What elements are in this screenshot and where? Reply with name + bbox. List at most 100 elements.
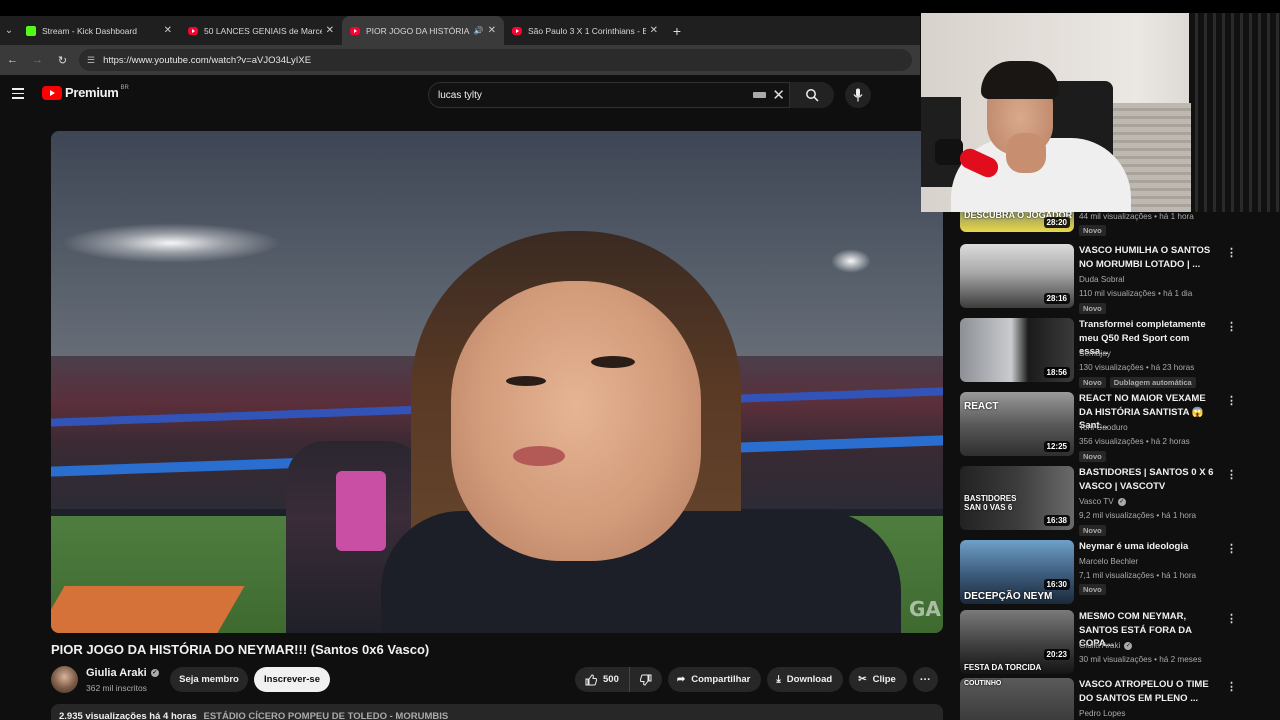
channel-name-row[interactable]: Giulia Araki ✓ bbox=[86, 667, 159, 679]
download-icon: ⤓ bbox=[776, 674, 781, 685]
duration-badge: 28:16 bbox=[1043, 293, 1070, 304]
clip-button[interactable]: ✂ Clipe bbox=[849, 667, 907, 692]
video-meta: 130 visualizações • há 23 horas bbox=[1079, 363, 1195, 372]
close-tab-icon[interactable]: ✕ bbox=[164, 25, 172, 36]
microphone-arm bbox=[935, 139, 963, 165]
duration-badge: 16:30 bbox=[1043, 579, 1070, 590]
dislike-button[interactable] bbox=[630, 667, 662, 692]
video-meta: 356 visualizações • há 2 horas bbox=[1079, 437, 1190, 446]
more-options-icon[interactable]: ⋮ bbox=[1226, 320, 1237, 333]
download-button[interactable]: ⤓ Download bbox=[767, 667, 844, 692]
youtube-icon bbox=[350, 26, 360, 35]
logo-text: Premium bbox=[65, 85, 119, 100]
thumbs-up-icon bbox=[585, 673, 597, 685]
logo-region: BR bbox=[120, 84, 129, 91]
video-thumbnail[interactable]: DESCUBRA O JOGADOR 28:20 bbox=[960, 212, 1074, 232]
recommendation-item[interactable]: 28:16 VASCO HUMILHA O SANTOS NO MORUMBI … bbox=[960, 244, 1240, 314]
more-options-icon[interactable]: ⋮ bbox=[1226, 468, 1237, 481]
search-button[interactable] bbox=[790, 82, 834, 108]
share-label: Compartilhar bbox=[691, 674, 751, 685]
channel-avatar[interactable] bbox=[51, 666, 78, 693]
duration-badge: 12:25 bbox=[1043, 441, 1070, 452]
recommendation-item[interactable]: 18:56 Transformei completamente meu Q50 … bbox=[960, 318, 1240, 388]
stadium-light bbox=[831, 249, 871, 273]
browser-tab-saopaulo[interactable]: São Paulo 3 X 1 Corinthians - B ✕ bbox=[504, 16, 666, 45]
new-badge: Novo bbox=[1079, 451, 1106, 462]
microphone-icon bbox=[853, 88, 863, 102]
channel-name-row[interactable]: Giulia Araki ✓ bbox=[1079, 641, 1133, 650]
youtube-icon bbox=[512, 26, 522, 35]
presenter-lips bbox=[513, 446, 565, 466]
more-options-icon[interactable]: ⋮ bbox=[1226, 394, 1237, 407]
close-tab-icon[interactable]: ✕ bbox=[650, 25, 658, 36]
badge-row: Novo bbox=[1079, 525, 1106, 536]
more-options-icon[interactable]: ⋮ bbox=[1226, 612, 1237, 625]
thumbs-down-icon bbox=[639, 674, 652, 686]
video-thumbnail[interactable]: 18:56 bbox=[960, 318, 1074, 382]
recommendation-item[interactable]: DECEPÇÃO NEYM 16:30 Neymar é uma ideolog… bbox=[960, 540, 1240, 610]
channel-name[interactable]: Toni Caoduro bbox=[1079, 423, 1128, 432]
recommendation-item[interactable]: COUTINHO VASCO ATROPELOU O TIME DO SANTO… bbox=[960, 678, 1240, 720]
forward-icon[interactable]: → bbox=[25, 54, 50, 66]
back-icon[interactable]: ← bbox=[0, 54, 25, 66]
recommendation-item[interactable]: FESTA DA TORCIDA 20:23 MESMO COM NEYMAR,… bbox=[960, 610, 1240, 680]
share-icon: ➦ bbox=[676, 674, 686, 685]
recommendation-item[interactable]: REACT 12:25 REACT NO MAIOR VEXAME DA HIS… bbox=[960, 392, 1240, 462]
search-value: lucas tylty bbox=[438, 89, 482, 101]
channel-name[interactable]: Marcelo Bechler bbox=[1079, 557, 1138, 566]
video-thumbnail[interactable]: REACT 12:25 bbox=[960, 392, 1074, 456]
video-thumbnail[interactable]: COUTINHO bbox=[960, 678, 1074, 720]
recommendations-list: DESCUBRA O JOGADOR 28:20 44 mil visualiz… bbox=[960, 212, 1240, 720]
new-tab-icon[interactable]: + bbox=[666, 16, 688, 45]
thumbnail-caption: COUTINHO bbox=[964, 680, 1002, 687]
keyboard-icon[interactable] bbox=[753, 92, 767, 98]
close-tab-icon[interactable]: ✕ bbox=[488, 25, 496, 36]
channel-name[interactable]: Duda Sobral bbox=[1079, 275, 1125, 284]
description-box[interactable]: 2.935 visualizações há 4 horas ESTÁDIO C… bbox=[51, 704, 943, 720]
youtube-premium-logo[interactable]: Premium BR bbox=[42, 85, 129, 100]
thumbnail-caption: FESTA DA TORCIDA bbox=[964, 662, 1042, 672]
subscribe-button[interactable]: Inscrever-se bbox=[254, 667, 330, 692]
video-thumbnail[interactable]: FESTA DA TORCIDA 20:23 bbox=[960, 610, 1074, 674]
badge-row: Novo Dublagem automática bbox=[1079, 377, 1196, 388]
speaker-icon[interactable]: 🔊 bbox=[474, 26, 484, 35]
browser-tab-active[interactable]: PIOR JOGO DA HISTÓRIA D 🔊 ✕ bbox=[342, 16, 504, 45]
url-bar[interactable]: ☰ https://www.youtube.com/watch?v=aVJO34… bbox=[79, 49, 912, 71]
browser-tab-bar: ⌄ Stream - Kick Dashboard ✕ 50 LANCES GE… bbox=[0, 16, 920, 45]
streamer-hand bbox=[1006, 133, 1046, 173]
browser-tab-kick[interactable]: Stream - Kick Dashboard ✕ bbox=[18, 16, 180, 45]
streamer-hair bbox=[981, 61, 1059, 99]
video-thumbnail[interactable]: BASTIDORES SAN 0 VAS 6 16:38 bbox=[960, 466, 1074, 530]
more-actions-icon[interactable]: ··· bbox=[912, 667, 938, 692]
share-button[interactable]: ➦ Compartilhar bbox=[667, 667, 762, 692]
recommendation-item[interactable]: BASTIDORES SAN 0 VAS 6 16:38 BASTIDORES … bbox=[960, 466, 1240, 536]
voice-search-button[interactable] bbox=[845, 82, 871, 108]
stadium-light bbox=[61, 223, 281, 263]
reload-icon[interactable]: ↻ bbox=[50, 54, 75, 67]
join-button[interactable]: Seja membro bbox=[170, 667, 248, 692]
channel-name[interactable]: Pedro Lopes bbox=[1079, 709, 1125, 718]
verified-icon: ✓ bbox=[1124, 641, 1133, 650]
video-thumbnail[interactable]: DECEPÇÃO NEYM 16:30 bbox=[960, 540, 1074, 604]
streamer-webcam bbox=[921, 13, 1280, 212]
clip-label: Clipe bbox=[872, 674, 896, 685]
webcam-curtain bbox=[1189, 13, 1280, 212]
tab-search-dropdown[interactable]: ⌄ bbox=[0, 16, 18, 45]
channel-name[interactable]: Semajay bbox=[1079, 349, 1111, 358]
video-player[interactable]: GA bbox=[51, 131, 943, 633]
new-badge: Novo bbox=[1079, 303, 1106, 314]
browser-tab-lances[interactable]: 50 LANCES GENIAIS de Marcel ✕ bbox=[180, 16, 342, 45]
channel-name-row[interactable]: Vasco TV ✓ bbox=[1079, 497, 1126, 506]
more-options-icon[interactable]: ⋮ bbox=[1226, 246, 1237, 259]
search-input[interactable]: lucas tylty ✕ bbox=[428, 82, 790, 108]
more-options-icon[interactable]: ⋮ bbox=[1226, 680, 1237, 693]
close-tab-icon[interactable]: ✕ bbox=[326, 25, 334, 36]
hamburger-menu-icon[interactable] bbox=[12, 88, 24, 99]
site-info-icon[interactable]: ☰ bbox=[87, 55, 95, 66]
badge-row: Novo bbox=[1079, 584, 1106, 595]
like-button[interactable]: 500 bbox=[575, 667, 630, 692]
clear-search-icon[interactable]: ✕ bbox=[772, 86, 785, 104]
more-options-icon[interactable]: ⋮ bbox=[1226, 542, 1237, 555]
tab-title: PIOR JOGO DA HISTÓRIA D bbox=[366, 25, 471, 36]
video-thumbnail[interactable]: 28:16 bbox=[960, 244, 1074, 308]
